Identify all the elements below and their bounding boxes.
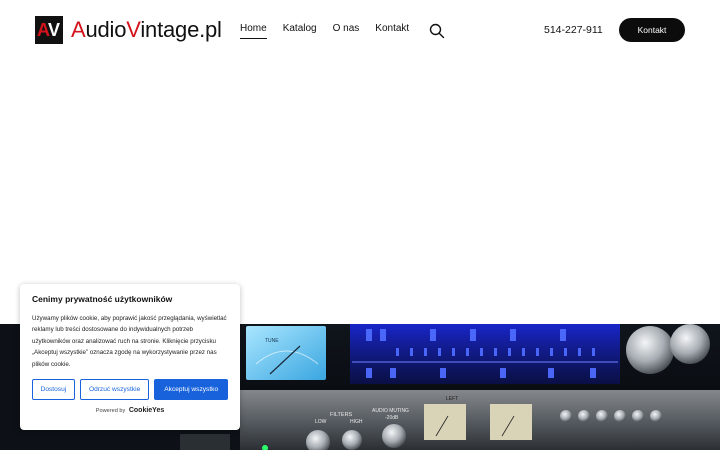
audio-muting-label: AUDIO MUTING — [372, 408, 409, 414]
cookie-title: Cenimy prywatność użytkowników — [32, 294, 173, 304]
muting-db-label: -20dB — [385, 415, 399, 421]
logo-mark-v: V — [48, 20, 61, 40]
cookie-button-row: Dostosuj Odrzuć wszystkie Akceptuj wszys… — [32, 379, 229, 400]
site-header: A V AudioVintage.pl Home Katalog O nas K… — [0, 0, 720, 60]
cookieyes-logo[interactable]: CookieYes — [129, 407, 164, 414]
powered-by: Powered by CookieYes — [32, 407, 228, 414]
cookie-description: Używamy plików cookie, aby poprawić jako… — [32, 315, 227, 368]
logo-mark-a: A — [37, 20, 50, 40]
nav-item-home[interactable]: Home — [240, 23, 267, 39]
filter-high-label: HIGH — [350, 419, 363, 425]
reject-all-button[interactable]: Odrzuć wszystkie — [79, 379, 150, 400]
logo-text-udio: udio — [85, 17, 127, 42]
nav-item-katalog[interactable]: Katalog — [283, 23, 317, 39]
nav-item-kontakt[interactable]: Kontakt — [375, 23, 409, 39]
cookie-consent-banner: Cenimy prywatność użytkowników Używamy p… — [20, 284, 240, 430]
logo-text-v: V — [126, 17, 141, 42]
logo-text-intage: intage.pl — [140, 17, 222, 42]
accept-all-button[interactable]: Akceptuj wszystko — [154, 379, 229, 400]
customize-button[interactable]: Dostosuj — [32, 379, 75, 400]
filters-label: FILTERS — [330, 412, 353, 418]
contact-button[interactable]: Kontakt — [619, 18, 685, 42]
site-logo[interactable]: A V AudioVintage.pl — [35, 16, 222, 44]
logo-text: AudioVintage.pl — [71, 17, 222, 43]
logo-text-a: A — [71, 17, 86, 42]
filter-low-label: LOW — [315, 419, 327, 425]
phone-number[interactable]: 514-227-911 — [544, 24, 603, 36]
vu-tune-label: TUNE — [265, 338, 279, 344]
nav-item-o-nas[interactable]: O nas — [333, 23, 360, 39]
meter-left-label: LEFT — [446, 396, 458, 402]
search-icon[interactable] — [429, 23, 445, 39]
logo-mark: A V — [35, 16, 63, 44]
powered-by-label: Powered by — [95, 408, 126, 414]
main-nav: Home Katalog O nas Kontakt — [240, 23, 425, 39]
